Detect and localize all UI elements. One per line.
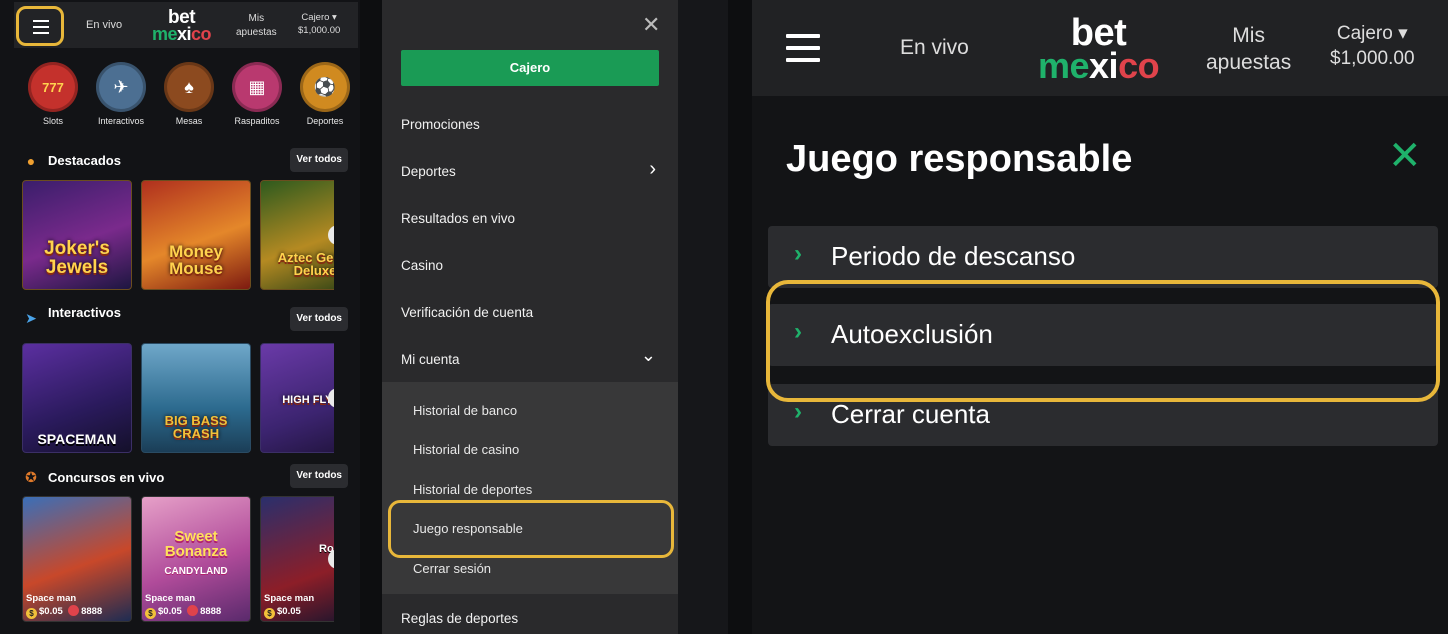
scratch-card-icon: ▦ <box>232 62 282 112</box>
fire-icon: ● <box>26 153 36 169</box>
ver-todos-button[interactable]: Ver todos <box>290 307 348 331</box>
game-card[interactable]: Aztec Gems Deluxe <box>260 180 334 290</box>
submenu-juego-responsable[interactable]: Juego responsable <box>413 521 523 536</box>
en-vivo-link[interactable]: En vivo <box>900 36 969 60</box>
menu-item-deportes[interactable]: Deportes <box>401 164 659 179</box>
category-deportes[interactable]: ⚽ Deportes <box>296 62 354 126</box>
soccer-ball-icon: ⚽ <box>300 62 350 112</box>
category-mesas[interactable]: ♠ Mesas <box>160 62 218 126</box>
mis-apuestas-link[interactable]: Mis apuestas <box>236 12 277 39</box>
live-game-card[interactable]: Sweet Bonanza CANDYLAND Space man $ $0.05… <box>141 496 251 622</box>
section-concursos: ✪ Concursos en vivo Ver todos <box>22 464 352 490</box>
side-drawer-menu: ✕ Cajero Promociones Deportes › Resultad… <box>382 0 678 634</box>
cajero-button[interactable]: Cajero <box>401 50 659 86</box>
live-game-card[interactable]: Roulette Space man $$0.05 <box>260 496 334 622</box>
game-card[interactable]: Money Mouse <box>141 180 251 290</box>
concursos-row: Space man $ $0.05 8888 Sweet Bonanza CAND… <box>22 496 334 624</box>
mis-apuestas-link[interactable]: Mis apuestas <box>1206 22 1291 77</box>
category-slots[interactable]: 777 Slots <box>24 62 82 126</box>
top-bar: En vivo bet mexico Mis apuestas Cajero ▾ $… <box>14 2 358 48</box>
bet-mexico-logo[interactable]: bet mexico <box>152 8 212 43</box>
category-raspaditos[interactable]: ▦ Raspaditos <box>228 62 286 126</box>
user-icon <box>68 605 80 616</box>
category-row: 777 Slots ✈ Interactivos ♠ Mesas ▦ Raspa… <box>24 62 354 126</box>
live-game-card[interactable]: Space man $ $0.05 8888 <box>22 496 132 622</box>
destacados-row: Joker's Jewels Money Mouse Aztec Gems De… <box>22 180 334 292</box>
coin-icon: $ <box>26 608 37 619</box>
rocket-icon: ➤ <box>25 310 37 326</box>
hamburger-menu-icon[interactable] <box>16 6 64 46</box>
top-bar: En vivo bet mexico Mis apuestas Cajero ▾ $… <box>752 0 1448 96</box>
section-destacados: ● Destacados Ver todos <box>22 148 352 174</box>
page-title: Juego responsable <box>786 138 1133 180</box>
user-icon <box>187 605 199 616</box>
interactivos-row: Spaceman Big Bass Crash High Flyer › <box>22 343 334 455</box>
option-periodo-descanso[interactable]: › Periodo de descanso <box>768 226 1438 288</box>
slots-icon: 777 <box>28 62 78 112</box>
wheel-icon: ✪ <box>25 469 37 485</box>
chevron-down-icon: ⌄ <box>640 345 656 365</box>
section-interactivos: ➤ Interactivos Ver todos <box>22 305 352 331</box>
ver-todos-button[interactable]: Ver todos <box>290 148 348 172</box>
close-icon[interactable]: ✕ <box>642 14 660 36</box>
game-card[interactable]: Big Bass Crash <box>141 343 251 453</box>
cajero-balance-button[interactable]: Cajero ▾ $1,000.00 <box>1330 22 1415 71</box>
submenu-historial-banco[interactable]: Historial de banco <box>413 403 517 418</box>
category-interactivos[interactable]: ✈ Interactivos <box>92 62 150 126</box>
casino-home-panel: En vivo bet mexico Mis apuestas Cajero ▾ $… <box>0 0 360 634</box>
submenu-historial-deportes[interactable]: Historial de deportes <box>413 482 532 497</box>
roulette-icon: ♠ <box>164 62 214 112</box>
menu-item-mi-cuenta[interactable]: Mi cuenta <box>401 352 460 367</box>
cajero-balance-button[interactable]: Cajero ▾ $1,000.00 <box>298 12 340 38</box>
close-icon[interactable]: ✕ <box>1388 136 1422 176</box>
coin-icon: $ <box>264 608 275 619</box>
menu-item-resultados[interactable]: Resultados en vivo <box>401 211 515 226</box>
chevron-right-icon: › <box>649 158 656 180</box>
submenu-cerrar-sesion[interactable]: Cerrar sesión <box>413 561 491 576</box>
submenu-historial-casino[interactable]: Historial de casino <box>413 442 519 457</box>
game-card[interactable]: Joker's Jewels <box>22 180 132 290</box>
dimmed-background <box>678 0 728 634</box>
highlight-box <box>766 280 1440 402</box>
coin-icon: $ <box>145 608 156 619</box>
menu-item-casino[interactable]: Casino <box>401 258 443 273</box>
responsible-gaming-panel: En vivo bet mexico Mis apuestas Cajero ▾ $… <box>752 0 1448 634</box>
menu-item-promociones[interactable]: Promociones <box>401 117 480 132</box>
game-card[interactable]: High Flyer <box>260 343 334 453</box>
plane-icon: ✈ <box>96 62 146 112</box>
chevron-right-icon: › <box>794 240 802 267</box>
en-vivo-link[interactable]: En vivo <box>86 19 122 31</box>
mi-cuenta-submenu: Historial de banco Historial de casino H… <box>382 382 678 594</box>
game-card[interactable]: Spaceman <box>22 343 132 453</box>
bet-mexico-logo[interactable]: bet mexico <box>1038 14 1160 84</box>
ver-todos-button[interactable]: Ver todos <box>290 464 348 488</box>
menu-item-verificacion[interactable]: Verificación de cuenta <box>401 305 533 320</box>
chevron-right-icon: › <box>794 398 802 425</box>
menu-item-reglas-deportes[interactable]: Reglas de deportes <box>401 611 518 626</box>
